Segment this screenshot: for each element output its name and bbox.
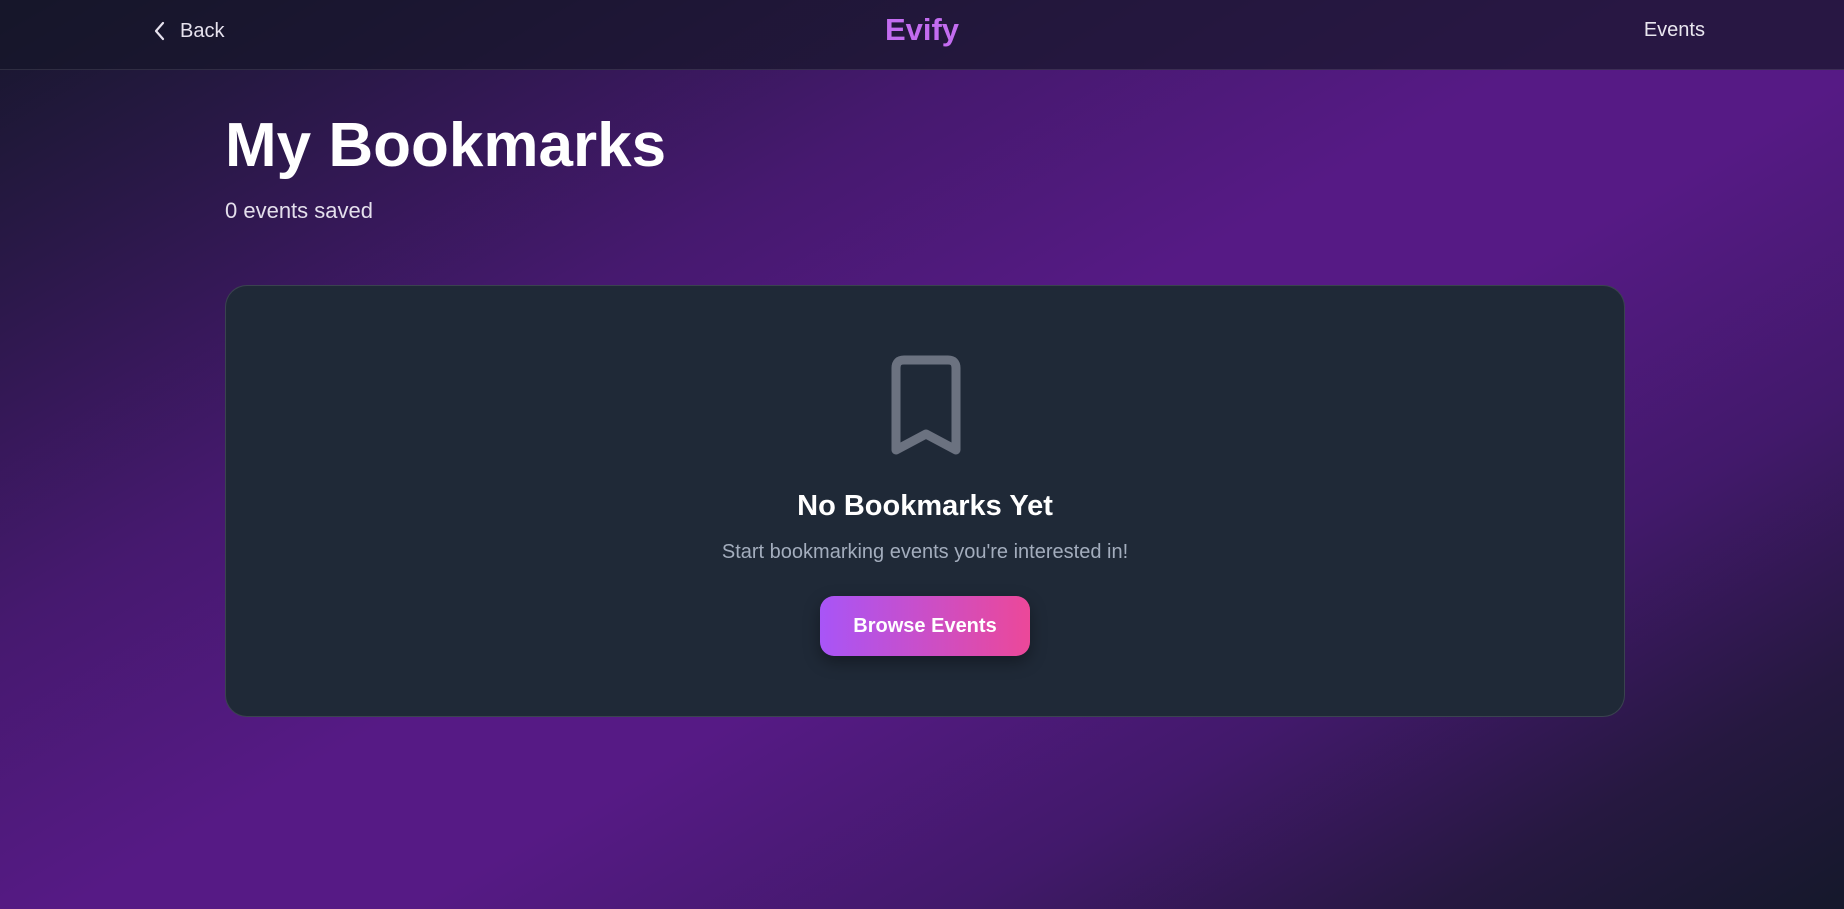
- top-navigation-bar: Back Evify Events: [0, 0, 1844, 70]
- empty-state-card: No Bookmarks Yet Start bookmarking event…: [225, 285, 1625, 717]
- page-title: My Bookmarks: [225, 111, 667, 180]
- empty-state-subtitle: Start bookmarking events you're interest…: [721, 541, 1129, 563]
- bookmark-icon: [891, 355, 961, 455]
- empty-state-title: No Bookmarks Yet: [797, 490, 1053, 522]
- browse-events-button[interactable]: Browse Events: [820, 596, 1030, 656]
- page-header: My Bookmarks 0 events saved: [225, 108, 666, 224]
- brand-logo[interactable]: Evify: [0, 12, 1844, 48]
- nav-link-events[interactable]: Events: [1644, 19, 1705, 42]
- saved-events-count: 0 events saved: [225, 198, 373, 223]
